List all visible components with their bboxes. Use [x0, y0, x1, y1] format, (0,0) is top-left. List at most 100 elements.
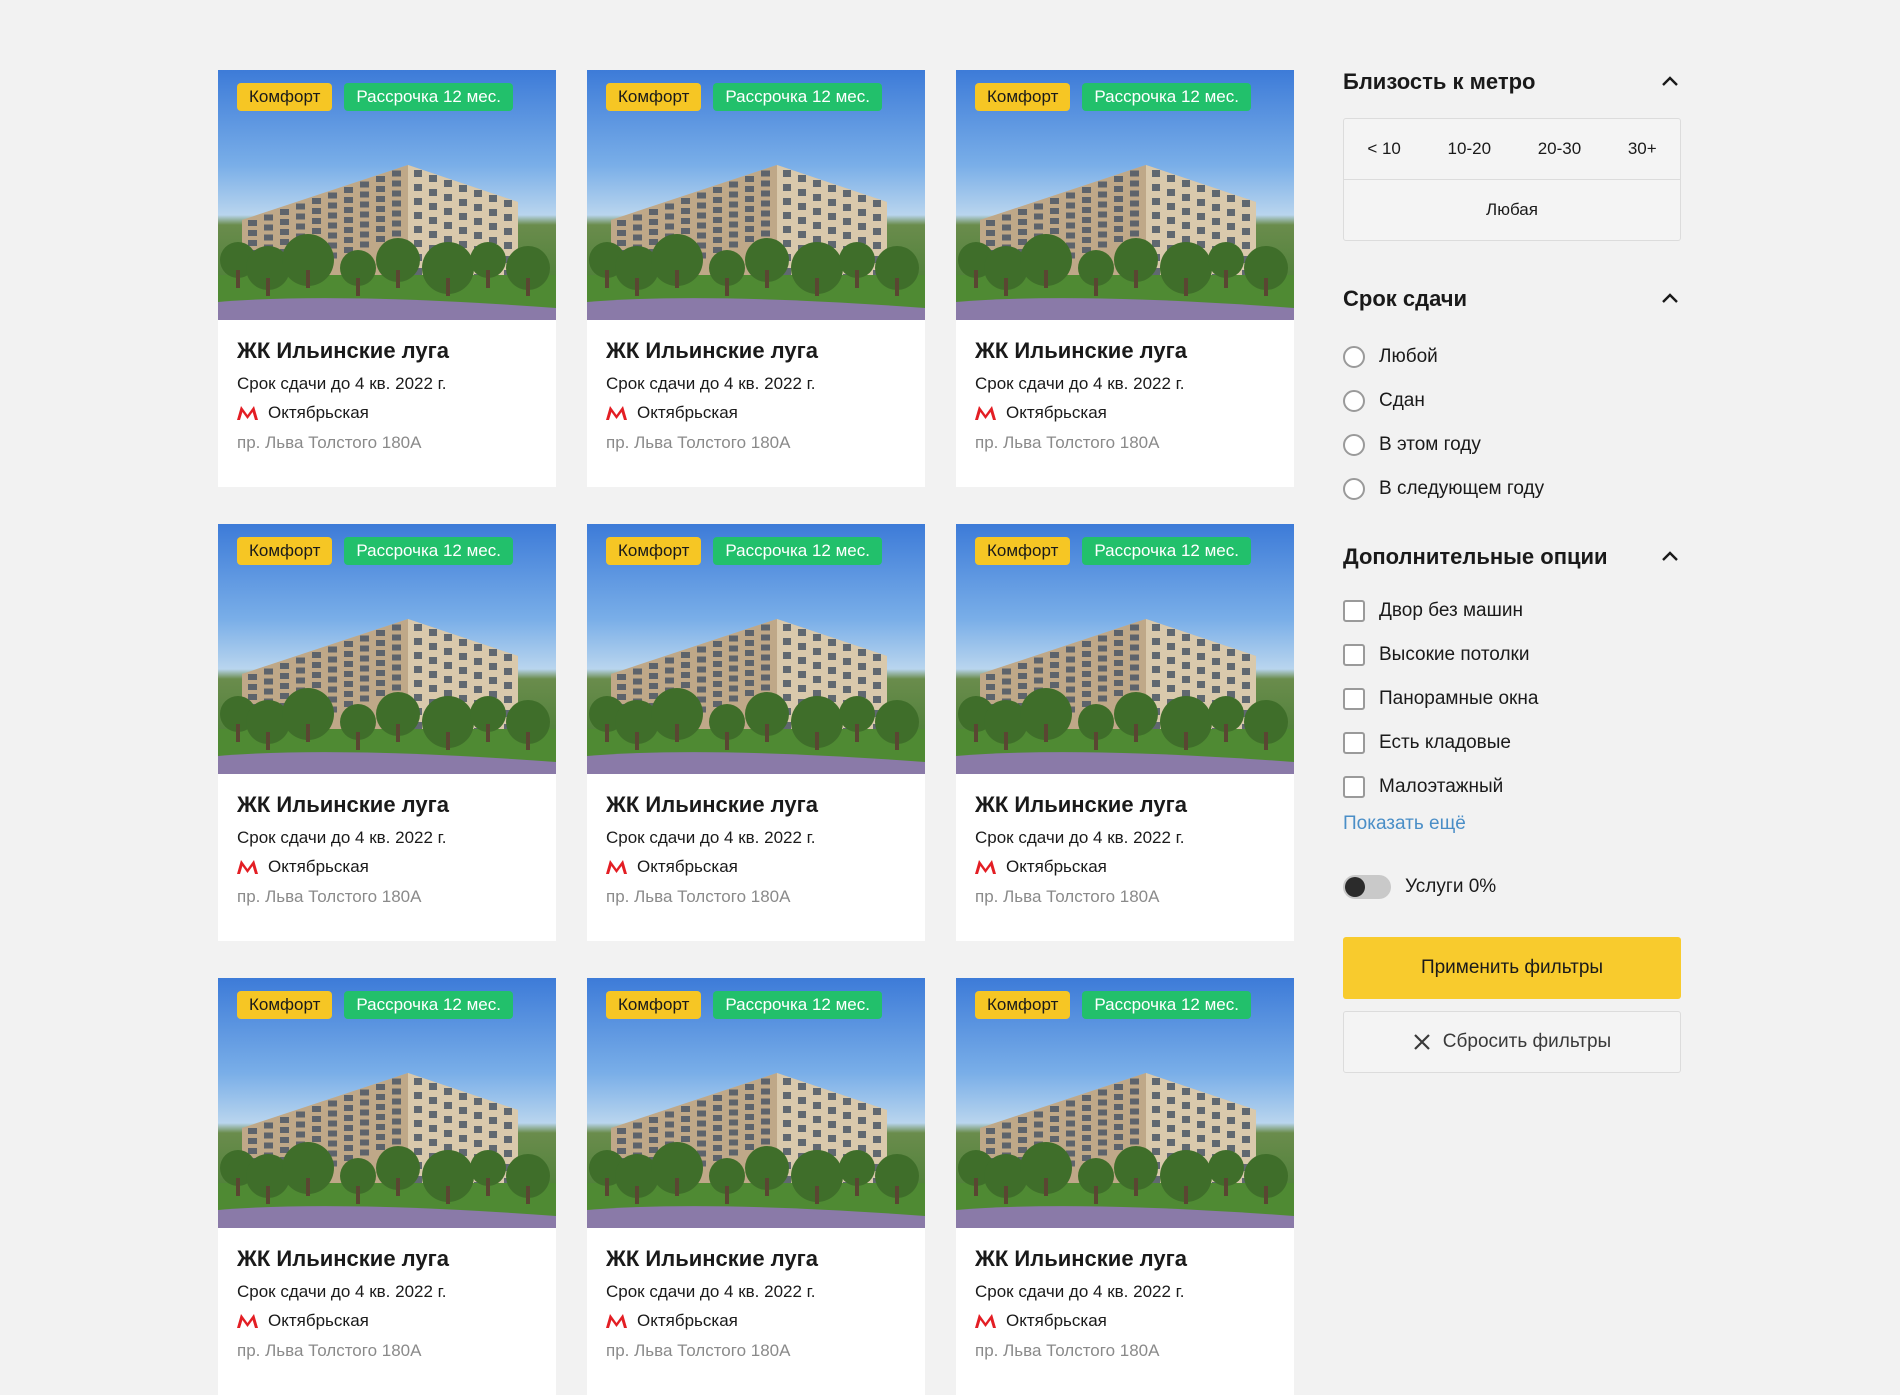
- listing-photo[interactable]: Комфорт Рассрочка 12 мес.: [587, 978, 925, 1228]
- checkbox[interactable]: [1343, 776, 1365, 798]
- listing-title[interactable]: ЖК Ильинские луга: [975, 792, 1275, 818]
- show-more-link[interactable]: Показать ещё: [1343, 813, 1466, 835]
- checkbox-option[interactable]: Двор без машин: [1343, 589, 1681, 633]
- reset-filters-button[interactable]: Сбросить фильтры: [1343, 1011, 1681, 1073]
- listing-tags: Комфорт Рассрочка 12 мес.: [975, 991, 1251, 1019]
- apply-filters-button[interactable]: Применить фильтры: [1343, 937, 1681, 999]
- radio-label: Сдан: [1379, 390, 1425, 411]
- listing-title[interactable]: ЖК Ильинские луга: [975, 1246, 1275, 1272]
- services-toggle[interactable]: [1343, 875, 1391, 899]
- installment-badge: Рассрочка 12 мес.: [344, 83, 513, 111]
- metro-logo-icon: [606, 860, 627, 874]
- listing-deadline: Срок сдачи до 4 кв. 2022 г.: [606, 828, 816, 847]
- listing-tags: Комфорт Рассрочка 12 мес.: [606, 537, 882, 565]
- metro-station: Октябрьская: [1006, 403, 1107, 422]
- chevron-up-icon[interactable]: [1659, 288, 1681, 310]
- listing-photo[interactable]: Комфорт Рассрочка 12 мес.: [956, 978, 1294, 1228]
- checkbox[interactable]: [1343, 644, 1365, 666]
- listing-card[interactable]: Комфорт Рассрочка 12 мес. ЖК Ильинские л…: [587, 70, 925, 487]
- listing-metro: Октябрьская: [237, 857, 537, 877]
- metro-option[interactable]: 20-30: [1538, 139, 1581, 159]
- checkbox-option[interactable]: Есть кладовые: [1343, 721, 1681, 765]
- listing-info: ЖК Ильинские луга Срок сдачи до 4 кв. 20…: [218, 320, 556, 453]
- listing-title[interactable]: ЖК Ильинские луга: [237, 792, 537, 818]
- metro-logo-icon: [237, 406, 258, 420]
- listing-photo[interactable]: Комфорт Рассрочка 12 мес.: [587, 70, 925, 320]
- checkbox[interactable]: [1343, 732, 1365, 754]
- listing-address: пр. Льва Толстого 180А: [237, 1341, 422, 1360]
- listing-info: ЖК Ильинские луга Срок сдачи до 4 кв. 20…: [587, 320, 925, 453]
- listing-photo[interactable]: Комфорт Рассрочка 12 мес.: [956, 70, 1294, 320]
- listing-tags: Комфорт Рассрочка 12 мес.: [975, 537, 1251, 565]
- metro-option[interactable]: 10-20: [1448, 139, 1491, 159]
- metro-station: Октябрьская: [1006, 857, 1107, 876]
- services-toggle-label: Услуги 0%: [1405, 876, 1497, 897]
- extra-options-header[interactable]: Дополнительные опции: [1343, 535, 1681, 579]
- listing-info: ЖК Ильинские луга Срок сдачи до 4 кв. 20…: [218, 774, 556, 907]
- listing-info: ЖК Ильинские луга Срок сдачи до 4 кв. 20…: [587, 1228, 925, 1361]
- listing-card[interactable]: Комфорт Рассрочка 12 мес. ЖК Ильинские л…: [218, 524, 556, 941]
- listing-title[interactable]: ЖК Ильинские луга: [237, 1246, 537, 1272]
- listing-photo[interactable]: Комфорт Рассрочка 12 мес.: [218, 978, 556, 1228]
- deadline-section: Срок сдачи Любой Сдан В этом году В след…: [1343, 277, 1681, 511]
- listing-photo[interactable]: Комфорт Рассрочка 12 мес.: [587, 524, 925, 774]
- listing-title[interactable]: ЖК Ильинские луга: [606, 792, 906, 818]
- metro-logo-icon: [606, 406, 627, 420]
- listing-title[interactable]: ЖК Ильинские луга: [606, 338, 906, 364]
- listing-title[interactable]: ЖК Ильинские луга: [606, 1246, 906, 1272]
- section-title: Близость к метро: [1343, 69, 1536, 94]
- class-badge: Комфорт: [975, 537, 1071, 565]
- listing-card[interactable]: Комфорт Рассрочка 12 мес. ЖК Ильинские л…: [218, 978, 556, 1395]
- metro-option-any[interactable]: Любая: [1344, 180, 1680, 240]
- listing-address: пр. Льва Толстого 180А: [237, 887, 422, 906]
- listing-photo[interactable]: Комфорт Рассрочка 12 мес.: [956, 524, 1294, 774]
- listing-card[interactable]: Комфорт Рассрочка 12 мес. ЖК Ильинские л…: [587, 524, 925, 941]
- deadline-header[interactable]: Срок сдачи: [1343, 277, 1681, 321]
- reset-filters-label: Сбросить фильтры: [1442, 1031, 1612, 1052]
- extra-options-section: Дополнительные опции Двор без машин Высо…: [1343, 535, 1681, 835]
- radio-option[interactable]: В следующем году: [1343, 467, 1681, 511]
- checkbox[interactable]: [1343, 600, 1365, 622]
- checkbox-option[interactable]: Высокие потолки: [1343, 633, 1681, 677]
- metro-proximity-header[interactable]: Близость к метро: [1343, 60, 1681, 104]
- listing-title[interactable]: ЖК Ильинские луга: [975, 338, 1275, 364]
- listing-photo[interactable]: Комфорт Рассрочка 12 мес.: [218, 70, 556, 320]
- listing-title[interactable]: ЖК Ильинские луга: [237, 338, 537, 364]
- radio-button[interactable]: [1343, 346, 1365, 368]
- listing-metro: Октябрьская: [975, 857, 1275, 877]
- listing-photo[interactable]: Комфорт Рассрочка 12 мес.: [218, 524, 556, 774]
- listing-metro: Октябрьская: [237, 403, 537, 423]
- listing-card[interactable]: Комфорт Рассрочка 12 мес. ЖК Ильинские л…: [218, 70, 556, 487]
- checkbox[interactable]: [1343, 688, 1365, 710]
- radio-button[interactable]: [1343, 478, 1365, 500]
- listing-card[interactable]: Комфорт Рассрочка 12 мес. ЖК Ильинские л…: [956, 70, 1294, 487]
- chevron-up-icon[interactable]: [1659, 71, 1681, 93]
- checkbox-option[interactable]: Малоэтажный: [1343, 765, 1681, 809]
- chevron-up-icon[interactable]: [1659, 546, 1681, 568]
- checkbox-label: Есть кладовые: [1379, 732, 1511, 753]
- radio-button[interactable]: [1343, 434, 1365, 456]
- listing-card[interactable]: Комфорт Рассрочка 12 мес. ЖК Ильинские л…: [956, 978, 1294, 1395]
- filters-sidebar: Близость к метро < 10 10-20 20-30 30+ Лю…: [1343, 60, 1681, 1073]
- listing-card[interactable]: Комфорт Рассрочка 12 мес. ЖК Ильинские л…: [587, 978, 925, 1395]
- checkbox-label: Малоэтажный: [1379, 776, 1504, 797]
- listing-deadline: Срок сдачи до 4 кв. 2022 г.: [237, 828, 447, 847]
- installment-badge: Рассрочка 12 мес.: [344, 537, 513, 565]
- radio-option[interactable]: Любой: [1343, 335, 1681, 379]
- metro-station: Октябрьская: [637, 403, 738, 422]
- metro-option[interactable]: 30+: [1628, 139, 1657, 159]
- checkbox-label: Панорамные окна: [1379, 688, 1539, 709]
- installment-badge: Рассрочка 12 мес.: [713, 991, 882, 1019]
- listing-address: пр. Льва Толстого 180А: [606, 1341, 791, 1360]
- radio-button[interactable]: [1343, 390, 1365, 412]
- listing-card[interactable]: Комфорт Рассрочка 12 мес. ЖК Ильинские л…: [956, 524, 1294, 941]
- listings-grid: Комфорт Рассрочка 12 мес. ЖК Ильинские л…: [218, 70, 1294, 1395]
- radio-option[interactable]: Сдан: [1343, 379, 1681, 423]
- metro-station: Октябрьская: [268, 857, 369, 876]
- services-toggle-row[interactable]: Услуги 0%: [1343, 875, 1681, 899]
- class-badge: Комфорт: [237, 991, 333, 1019]
- checkbox-option[interactable]: Панорамные окна: [1343, 677, 1681, 721]
- metro-option[interactable]: < 10: [1367, 139, 1401, 159]
- class-badge: Комфорт: [975, 83, 1071, 111]
- radio-option[interactable]: В этом году: [1343, 423, 1681, 467]
